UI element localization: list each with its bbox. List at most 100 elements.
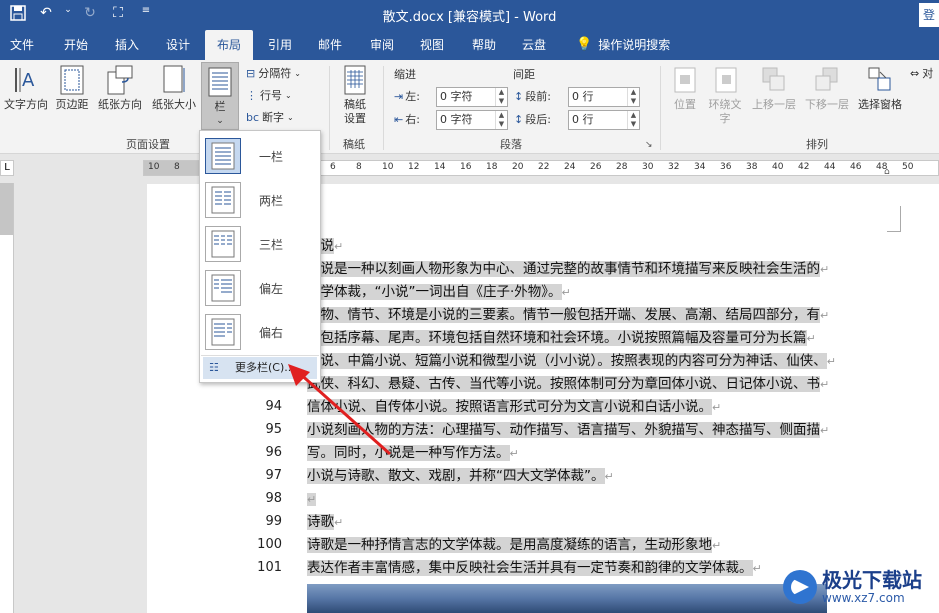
align-button[interactable]: ⇔ 对 xyxy=(910,64,933,84)
ruler-number: 46 xyxy=(850,162,862,172)
text-direction-icon: A xyxy=(15,68,35,92)
line-number: 94 xyxy=(265,399,282,414)
columns-dropdown-arrow: ⌄ xyxy=(216,116,224,126)
line-number: 99 xyxy=(265,514,282,529)
indent-right-input[interactable]: 0 字符 ▲ ▼ xyxy=(436,110,508,130)
columns-option-label: 偏左 xyxy=(259,281,284,296)
embedded-image[interactable] xyxy=(307,584,827,613)
paragraph-mark-icon: ↵ xyxy=(334,516,344,529)
spinner-arrows[interactable]: ▲ ▼ xyxy=(495,111,507,129)
indent-right-label: 右: xyxy=(405,113,420,126)
line-numbers-label: 行号 xyxy=(260,89,282,102)
bring-forward-button[interactable]: 上移一层 xyxy=(748,64,800,112)
columns-option-label: 一栏 xyxy=(259,149,284,164)
columns-option-two[interactable]: 两栏 xyxy=(203,179,317,221)
paragraph-group-label: 段落 xyxy=(500,138,522,151)
line-number: 101 xyxy=(257,560,282,575)
line-number: 100 xyxy=(257,537,282,552)
paragraph-dialog-launcher-icon[interactable]: ↘ xyxy=(645,140,653,150)
breaks-icon: ⊟ xyxy=(246,67,256,80)
watermark-url: www.xz7.com xyxy=(822,591,905,605)
orientation-icon xyxy=(107,65,133,95)
size-button[interactable]: 纸张大小 xyxy=(148,64,200,112)
group-separator xyxy=(329,66,330,150)
tab-insert[interactable]: 插入 xyxy=(104,30,150,60)
tab-references[interactable]: 引用 xyxy=(256,30,304,60)
tab-home[interactable]: 开始 xyxy=(52,30,100,60)
tab-selector-icon[interactable]: L xyxy=(0,160,14,176)
breaks-button[interactable]: ⊟ 分隔符 ⌄ xyxy=(246,64,301,84)
margins-icon xyxy=(60,65,84,95)
columns-button[interactable]: 栏 ⌄ xyxy=(201,62,239,130)
line-text: 表达作者丰富情感，集中反映社会生活并具有一定节奏和韵律的文学体裁。 xyxy=(307,560,753,576)
ruler-number: 16 xyxy=(460,162,472,172)
columns-icon xyxy=(208,67,232,97)
hyphenation-button[interactable]: bc 断字 ⌄ xyxy=(246,108,294,128)
indent-left-input[interactable]: 0 字符 ▲ ▼ xyxy=(436,87,508,107)
ruler-number: 22 xyxy=(538,162,550,172)
svg-text:A: A xyxy=(22,70,35,91)
document-line[interactable]: ↵ xyxy=(307,489,317,510)
indent-left-row: ⇥ 左: xyxy=(394,88,420,104)
document-line[interactable]: 文学体裁，“小说”一词出自《庄子·外物》。↵ xyxy=(307,282,571,303)
line-text: 的包括序幕、尾声。环境包括自然环境和社会环境。小说按照篇幅及容量可分为长篇 xyxy=(307,330,807,346)
position-icon xyxy=(674,67,696,93)
tab-layout[interactable]: 布局 xyxy=(205,30,253,60)
vertical-ruler[interactable] xyxy=(0,183,14,613)
line-text: 文学体裁，“小说”一词出自《庄子·外物》。 xyxy=(307,284,562,300)
spacing-after-value: 0 行 xyxy=(572,113,594,126)
spacing-before-input[interactable]: 0 行 ▲ ▼ xyxy=(568,87,640,107)
send-backward-button[interactable]: 下移一层 xyxy=(801,64,853,112)
document-line[interactable]: 诗歌↵ xyxy=(307,512,343,533)
indent-heading: 缩进 xyxy=(394,68,416,81)
tab-file[interactable]: 文件 xyxy=(0,30,44,60)
columns-option-right[interactable]: 偏右 xyxy=(203,311,317,353)
spacing-after-input[interactable]: 0 行 ▲ ▼ xyxy=(568,110,640,130)
spacing-after-icon: ↕ xyxy=(514,112,524,126)
indent-left-label: 左: xyxy=(405,90,420,103)
tab-design[interactable]: 设计 xyxy=(155,30,201,60)
position-button[interactable]: 位置 xyxy=(668,64,702,112)
tell-me-search[interactable]: 💡 操作说明搜索 xyxy=(572,30,682,60)
tab-mailings[interactable]: 邮件 xyxy=(307,30,353,60)
page-setup-group-label: 页面设置 xyxy=(126,138,170,151)
indent-left-value: 0 字符 xyxy=(440,90,473,103)
spacing-before-label: 段前: xyxy=(525,90,551,103)
size-icon xyxy=(163,65,185,93)
spinner-arrows[interactable]: ▲ ▼ xyxy=(627,111,639,129)
columns-option-left[interactable]: 偏左 xyxy=(203,267,317,309)
text-direction-button[interactable]: A 文字方向 xyxy=(2,64,50,112)
margins-button[interactable]: 页边距 xyxy=(52,64,92,112)
hyphenation-icon: bc xyxy=(246,111,260,124)
paragraph-mark-icon: ↵ xyxy=(820,309,830,322)
spinner-arrows[interactable]: ▲ ▼ xyxy=(627,88,639,106)
selection-pane-button[interactable]: 选择窗格 xyxy=(855,64,905,112)
ruler-number: 8 xyxy=(174,162,180,172)
manuscript-settings-button[interactable]: 稿纸 设置 xyxy=(336,64,374,126)
line-numbers-button[interactable]: ⋮ 行号 ⌄ xyxy=(246,86,292,106)
document-line[interactable]: 的包括序幕、尾声。环境包括自然环境和社会环境。小说按照篇幅及容量可分为长篇↵ xyxy=(307,328,816,349)
document-line[interactable]: 小说是一种以刻画人物形象为中心、通过完整的故事情节和环境描写来反映社会生活的↵ xyxy=(307,259,829,280)
tab-help[interactable]: 帮助 xyxy=(460,30,508,60)
right-column-icon xyxy=(205,314,241,350)
indent-marker-icon[interactable]: ⌂ xyxy=(884,167,890,177)
columns-option-one[interactable]: 一栏 xyxy=(203,135,317,177)
more-columns-icon: ☷ xyxy=(209,361,219,374)
tab-view[interactable]: 视图 xyxy=(408,30,456,60)
tab-cloud[interactable]: 云盘 xyxy=(510,30,558,60)
document-line[interactable]: 小说与诗歌、散文、戏剧，并称“四大文学体裁”。↵ xyxy=(307,466,614,487)
line-number: 97 xyxy=(265,468,282,483)
indent-right-icon: ⇤ xyxy=(394,112,404,126)
ruler-number: 26 xyxy=(590,162,602,172)
document-line[interactable]: 表达作者丰富情感，集中反映社会生活并具有一定节奏和韵律的文学体裁。↵ xyxy=(307,558,762,579)
tab-review[interactable]: 审阅 xyxy=(358,30,406,60)
spinner-arrows[interactable]: ▲ ▼ xyxy=(495,88,507,106)
login-button[interactable]: 登 xyxy=(919,3,939,27)
columns-option-three[interactable]: 三栏 xyxy=(203,223,317,265)
document-line[interactable]: 诗歌是一种抒情言志的文学体裁。是用高度凝练的语言，生动形象地↵ xyxy=(307,535,721,556)
orientation-button[interactable]: 纸张方向 xyxy=(94,64,146,112)
document-line[interactable]: 人物、情节、环境是小说的三要素。情节一般包括开端、发展、高潮、结局四部分，有↵ xyxy=(307,305,829,326)
wrap-text-button[interactable]: 环绕文字 xyxy=(705,64,747,126)
align-icon: ⇔ xyxy=(910,67,920,80)
ruler-number: 50 xyxy=(902,162,914,172)
